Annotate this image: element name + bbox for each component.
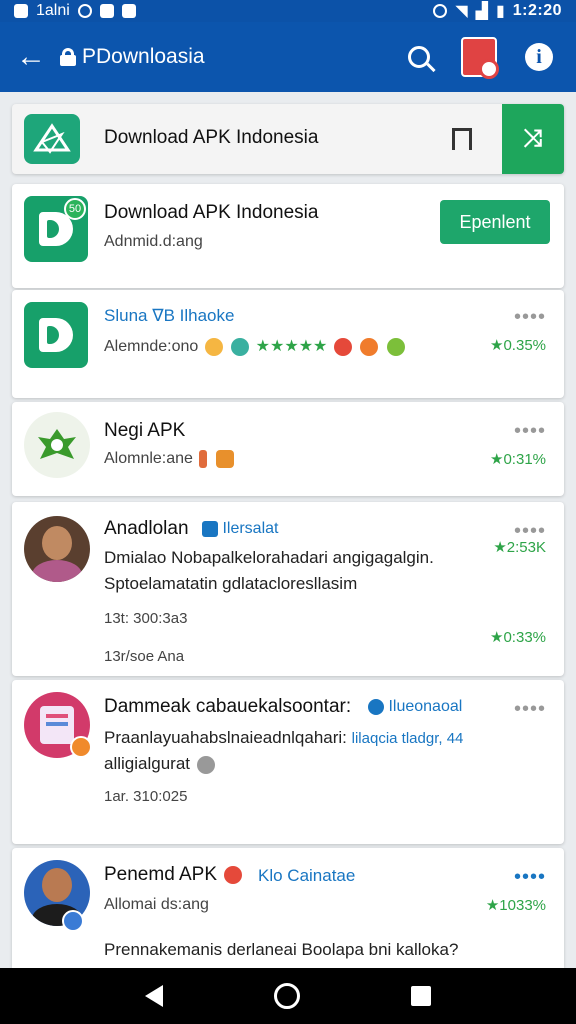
header-title: Download APK Indonesia xyxy=(104,127,319,148)
item-meta: 1ar. 310:025 xyxy=(104,788,188,805)
app-toolbar: ← PDownloasia i xyxy=(0,22,576,92)
bookmark-icon[interactable] xyxy=(452,128,472,150)
page-title: PDownloasia xyxy=(82,45,205,68)
status-bar: 1alni ◥ ▟ ▮ 1:2:20 xyxy=(0,0,576,22)
item-subtitle: Alemnde:ono ★★★★★ xyxy=(104,336,407,356)
info-icon: i xyxy=(525,43,553,71)
emoji-icon xyxy=(215,450,234,468)
emoji-icon xyxy=(333,337,352,356)
item-description-text: alligialgurat xyxy=(104,754,190,773)
search-icon xyxy=(408,46,430,68)
shuffle-button[interactable]: ⤨ xyxy=(502,104,564,174)
list-item[interactable]: Dammeak cabauekalsoontar: Ilueonaoal •••… xyxy=(12,680,564,844)
more-options-icon[interactable]: •••• xyxy=(514,306,546,329)
item-title: Dammeak cabauekalsoontar: xyxy=(104,696,352,717)
list-item[interactable]: Penemd APK Klo Cainatae •••• Allomai ds:… xyxy=(12,848,564,968)
wifi-icon: ◥ xyxy=(455,3,468,20)
more-options-icon[interactable]: •••• xyxy=(514,698,546,721)
item-description-text: Praanlayuahabslnaieadnlqahari: xyxy=(104,728,347,747)
shield-badge-icon xyxy=(70,736,92,758)
more-options-icon[interactable]: •••• xyxy=(514,866,546,889)
sync-icon xyxy=(77,4,92,18)
item-subtitle: Adnmid.d:ang xyxy=(104,233,203,250)
list-item[interactable]: Sluna ∇B Ilhaoke •••• Alemnde:ono ★★★★★ … xyxy=(12,290,564,398)
verified-icon xyxy=(368,698,384,715)
app-shortcut-button[interactable] xyxy=(458,36,500,79)
item-description: Prennakemanis derlaneai Boolapa bni kall… xyxy=(104,940,459,959)
app-icon xyxy=(24,302,88,368)
info-button[interactable]: i xyxy=(518,36,560,78)
search-button[interactable] xyxy=(398,36,440,78)
item-description: Sptoelamatatin gdlatacloresllasim xyxy=(104,574,358,593)
alarm-icon xyxy=(433,4,448,18)
battery-icon: ▮ xyxy=(495,3,505,20)
rating-value: ★0:31% xyxy=(490,451,546,468)
item-tag[interactable]: Ilersalat xyxy=(202,520,278,538)
more-options-icon[interactable]: •••• xyxy=(514,420,546,443)
rating-value: ★2:53K xyxy=(493,539,546,556)
rating-value: ★0:33% xyxy=(490,629,546,646)
header-card[interactable]: Download APK Indonesia ⤨ xyxy=(12,104,564,174)
nav-recents-icon[interactable] xyxy=(410,986,431,1006)
d-logo-icon xyxy=(39,318,73,352)
emoji-icon xyxy=(204,337,223,356)
item-tag[interactable]: Klo Cainatae xyxy=(258,866,355,886)
item-title-text: Penemd APK xyxy=(104,864,218,885)
item-meta: 13r/soe Ana xyxy=(104,648,185,665)
nav-back-icon[interactable] xyxy=(145,985,164,1007)
shuffle-icon: ⤨ xyxy=(523,125,543,152)
app-logo-icon xyxy=(24,114,80,164)
verified-icon xyxy=(202,520,218,537)
new-badge: 50 xyxy=(64,198,86,220)
notification-icon xyxy=(14,4,28,18)
item-tag-text: Ilersalat xyxy=(222,520,279,537)
verified-badge-icon xyxy=(62,910,84,932)
nav-home-icon[interactable] xyxy=(273,983,300,1009)
item-title: Negi APK xyxy=(104,420,186,441)
item-description: Dmialao Nobapalkelorahadari angigagalgin… xyxy=(104,548,434,567)
emoji-icon xyxy=(196,755,215,774)
item-title: Download APK Indonesia xyxy=(104,202,319,223)
item-meta: 13t: 300:3a3 xyxy=(104,610,188,627)
app-icon xyxy=(461,37,499,79)
emoji-icon xyxy=(224,865,243,884)
item-tag-text: Ilueonaoal xyxy=(388,698,463,715)
avatar xyxy=(24,516,90,582)
rating-value: ★0.35% xyxy=(490,337,546,354)
item-tag[interactable]: Ilueonaoal xyxy=(368,698,462,716)
item-title[interactable]: Sluna ∇B Ilhaoke xyxy=(104,306,234,326)
item-description: Praanlayuahabslnaieadnlqahari: lilaqcia … xyxy=(104,728,463,748)
item-link[interactable]: lilaqcia tladgr, 44 xyxy=(352,730,464,747)
item-subtitle-text: Alomnle:ane xyxy=(104,450,193,468)
lock-icon xyxy=(60,48,76,66)
emoji-icon xyxy=(386,337,405,356)
app-logo-icon xyxy=(24,412,90,478)
clock: 1:2:20 xyxy=(512,2,562,19)
open-button[interactable]: Epenlent xyxy=(440,200,550,244)
emoji-icon xyxy=(199,450,208,468)
item-subtitle: Alomnle:ane xyxy=(104,450,236,468)
item-description: alligialgurat xyxy=(104,754,217,774)
list-item[interactable]: 50 Download APK Indonesia Adnmid.d:ang E… xyxy=(12,184,564,288)
emoji-icon xyxy=(360,337,379,356)
emoji-icon xyxy=(231,337,250,356)
list-item[interactable]: Anadlolan Ilersalat •••• Dmialao Nobapal… xyxy=(12,502,564,676)
item-subtitle: Allomai ds:ang xyxy=(104,896,209,913)
status-text: 1alni xyxy=(36,2,70,19)
chat-icon xyxy=(121,4,136,18)
item-title: Penemd APK xyxy=(104,864,244,886)
message-icon xyxy=(99,4,114,18)
system-nav-bar xyxy=(0,968,576,1024)
stars-rating: ★★★★★ xyxy=(255,338,328,355)
item-subtitle-text: Alemnde:ono xyxy=(104,338,199,355)
list-item[interactable]: Negi APK •••• Alomnle:ane ★0:31% xyxy=(12,402,564,496)
rating-value: ★1033% xyxy=(485,897,546,914)
item-title: Anadlolan xyxy=(104,518,189,539)
back-arrow-icon[interactable]: ← xyxy=(16,40,60,74)
signal-icon: ▟ xyxy=(475,3,488,20)
